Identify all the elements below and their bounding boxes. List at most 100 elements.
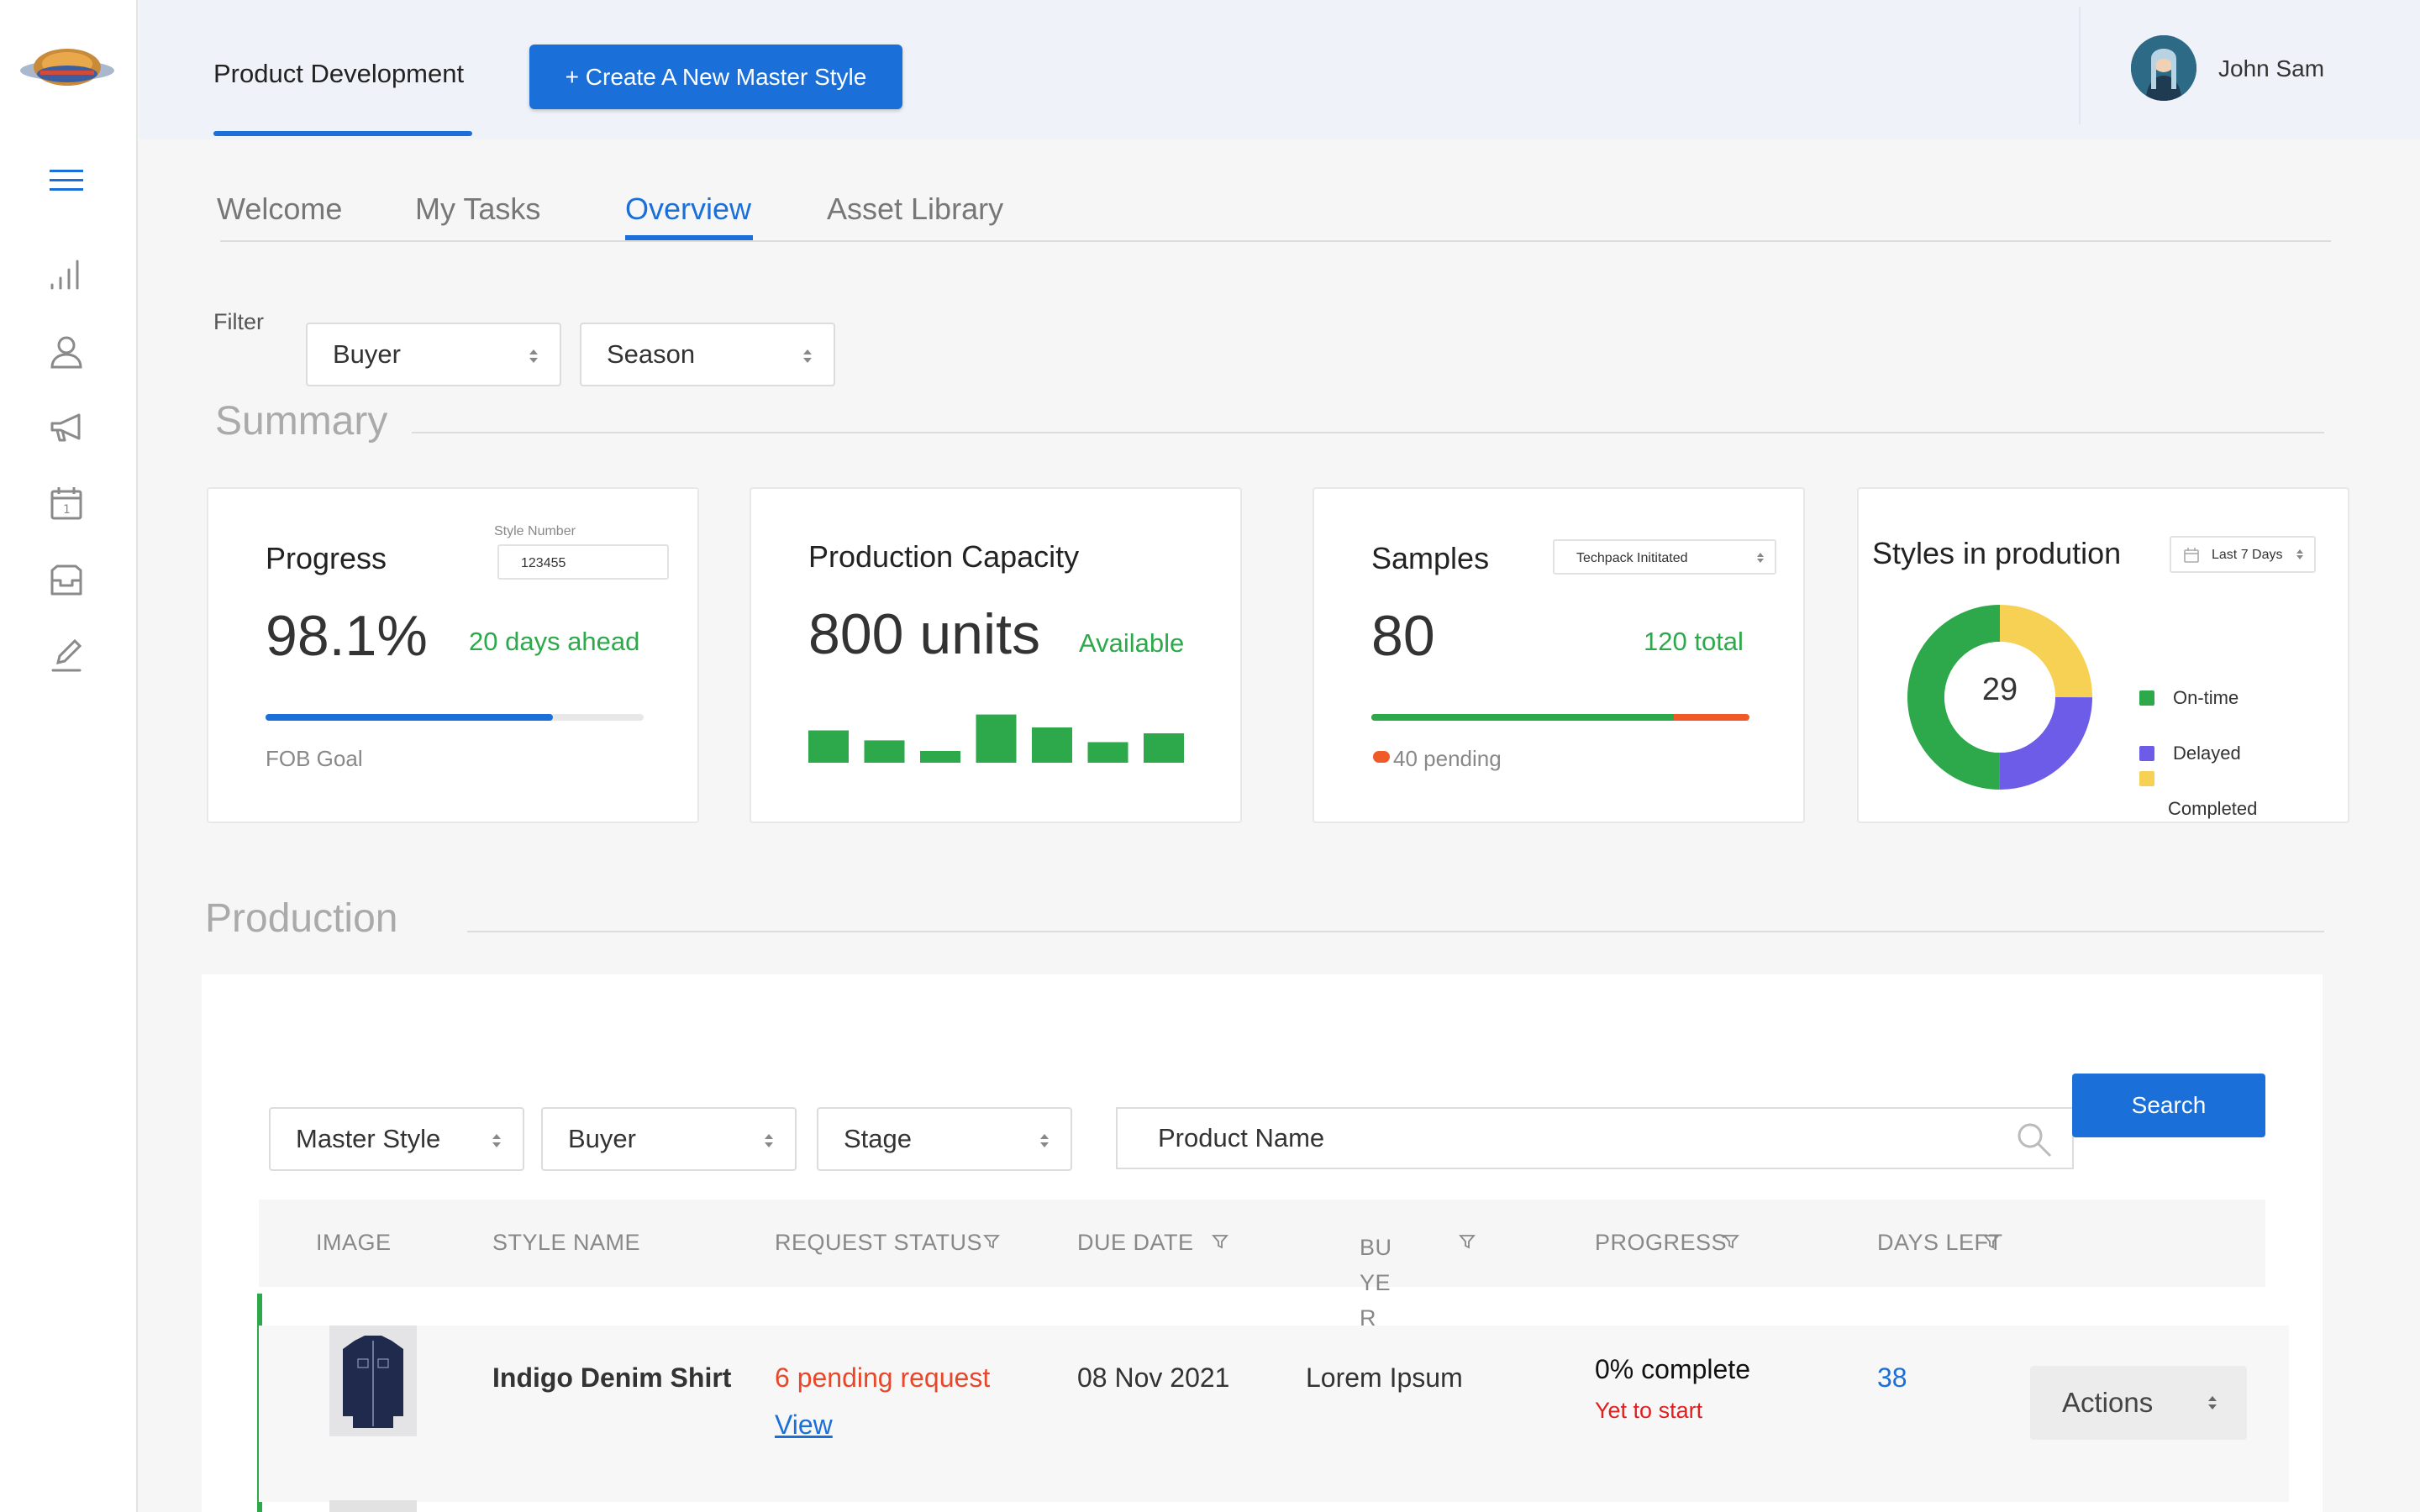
samples-stage-select[interactable]: Techpack Inititated	[1553, 539, 1776, 575]
buyer-name: Lorem Ipsum	[1306, 1362, 1463, 1393]
search-icon[interactable]	[2017, 1122, 2052, 1158]
product-thumbnail[interactable]	[329, 1326, 417, 1436]
progress-bar-track	[266, 714, 644, 721]
search-button[interactable]: Search	[2072, 1074, 2265, 1137]
column-request-status[interactable]: REQUEST STATUS	[775, 1230, 982, 1256]
tab-asset-library[interactable]: Asset Library	[827, 192, 1003, 227]
search-placeholder: Product Name	[1158, 1123, 1325, 1152]
samples-stage-value: Techpack Inititated	[1576, 551, 1688, 565]
samples-pending: 40 pending	[1393, 746, 1502, 771]
due-date: 08 Nov 2021	[1077, 1362, 1230, 1393]
tab-welcome[interactable]: Welcome	[217, 192, 342, 227]
legend-label-delayed: Delayed	[2173, 743, 2241, 764]
style-name[interactable]: Indigo Denim Shirt	[492, 1362, 731, 1394]
tabs-divider	[220, 240, 2331, 242]
menu-icon[interactable]	[44, 158, 89, 203]
style-number-label: Style Number	[494, 524, 576, 538]
date-range-select[interactable]: Last 7 Days	[2170, 536, 2316, 573]
sort-icon	[1757, 553, 1764, 563]
view-link[interactable]: View	[775, 1410, 833, 1441]
avatar[interactable]	[2131, 35, 2196, 101]
capacity-bar	[1087, 742, 1128, 763]
donut-center-value: 29	[1981, 672, 2018, 707]
capacity-bar	[808, 730, 849, 763]
production-capacity-card: Production Capacity 800 units Available	[750, 487, 1242, 823]
table-row[interactable]	[259, 1326, 2289, 1502]
filter-label: Filter	[213, 309, 264, 334]
tab-my-tasks[interactable]: My Tasks	[415, 192, 540, 227]
stage-value: Stage	[844, 1124, 913, 1153]
inbox-icon[interactable]	[44, 558, 89, 603]
capacity-bar	[1032, 727, 1072, 763]
season-filter-select[interactable]: Season	[580, 323, 835, 386]
capacity-status: Available	[1079, 628, 1185, 658]
calendar-icon	[2184, 548, 2199, 563]
progress-card: Progress Style Number 123455 98.1% 20 da…	[207, 487, 699, 823]
sort-icon	[2208, 1396, 2217, 1410]
sort-icon	[492, 1134, 501, 1147]
actions-button[interactable]: Actions	[2030, 1366, 2247, 1440]
progress-status: Yet to start	[1595, 1398, 1703, 1423]
request-status: 6 pending request	[775, 1362, 991, 1393]
progress-bar-fill	[266, 714, 553, 721]
user-icon[interactable]	[44, 329, 89, 375]
svg-text:1: 1	[63, 503, 71, 517]
legend-swatch-completed	[2139, 771, 2154, 786]
active-tab-indicator	[625, 235, 753, 240]
samples-value: 80	[1371, 604, 1435, 668]
sort-icon	[803, 349, 812, 363]
top-bar: Product Development + Create A New Maste…	[139, 0, 2420, 139]
date-range-value: Last 7 Days	[2212, 548, 2283, 562]
megaphone-icon[interactable]	[44, 405, 89, 450]
capacity-bar	[1144, 733, 1184, 763]
column-buyer[interactable]: BUYE R	[1360, 1230, 1402, 1336]
calendar-icon[interactable]: 1	[44, 480, 89, 526]
production-buyer-value: Buyer	[568, 1124, 636, 1153]
create-master-style-button[interactable]: + Create A New Master Style	[529, 45, 902, 109]
styles-in-production-card: Styles in prodution Last 7 Days 29 On-ti…	[1857, 487, 2349, 823]
styles-title: Styles in prodution	[1872, 536, 2122, 570]
column-due-date[interactable]: DUE DATE	[1077, 1230, 1194, 1256]
brand-logo[interactable]	[15, 34, 119, 101]
samples-bar-track	[1371, 714, 1749, 721]
capacity-bar-chart	[808, 714, 1184, 763]
next-row-thumbnail	[329, 1500, 417, 1512]
samples-title: Samples	[1371, 541, 1490, 575]
sidebar: 1	[0, 0, 138, 1512]
master-style-select[interactable]: Master Style	[269, 1107, 524, 1171]
filter-icon[interactable]	[1459, 1233, 1476, 1250]
stage-select[interactable]: Stage	[817, 1107, 1072, 1171]
filter-icon[interactable]	[1723, 1233, 1739, 1250]
filter-icon[interactable]	[1983, 1233, 2000, 1250]
progress-value: 98.1%	[266, 604, 428, 668]
production-title: Production	[205, 896, 398, 941]
legend-swatch-on-time	[2139, 690, 2154, 706]
analytics-icon[interactable]	[44, 252, 89, 297]
days-left: 38	[1877, 1362, 1907, 1393]
samples-card: Samples Techpack Inititated 80 120 total…	[1313, 487, 1805, 823]
capacity-bar	[976, 714, 1017, 763]
sort-icon	[2296, 549, 2303, 559]
user-name[interactable]: John Sam	[2218, 55, 2324, 82]
progress-percent: 0% complete	[1595, 1354, 1750, 1384]
column-progress[interactable]: PROGRESS	[1595, 1230, 1727, 1256]
style-number-input[interactable]: 123455	[497, 544, 669, 580]
sort-icon	[1040, 1134, 1049, 1147]
divider	[2079, 7, 2081, 124]
product-name-search-input[interactable]: Product Name	[1116, 1107, 2074, 1169]
production-buyer-select[interactable]: Buyer	[541, 1107, 797, 1171]
actions-label: Actions	[2062, 1387, 2154, 1418]
progress-status: 20 days ahead	[469, 627, 640, 656]
tab-overview[interactable]: Overview	[625, 192, 751, 227]
sort-icon	[529, 349, 538, 363]
edit-icon[interactable]	[44, 633, 89, 679]
buyer-filter-value: Buyer	[333, 339, 401, 369]
summary-divider	[412, 432, 2324, 433]
filter-icon[interactable]	[983, 1233, 1000, 1250]
column-style-name[interactable]: STYLE NAME	[492, 1230, 640, 1256]
legend-label-completed: Completed	[2168, 798, 2258, 819]
product-development-tab[interactable]: Product Development	[213, 59, 464, 89]
filter-icon[interactable]	[1212, 1233, 1228, 1250]
legend-swatch-delayed	[2139, 746, 2154, 761]
buyer-filter-select[interactable]: Buyer	[306, 323, 561, 386]
